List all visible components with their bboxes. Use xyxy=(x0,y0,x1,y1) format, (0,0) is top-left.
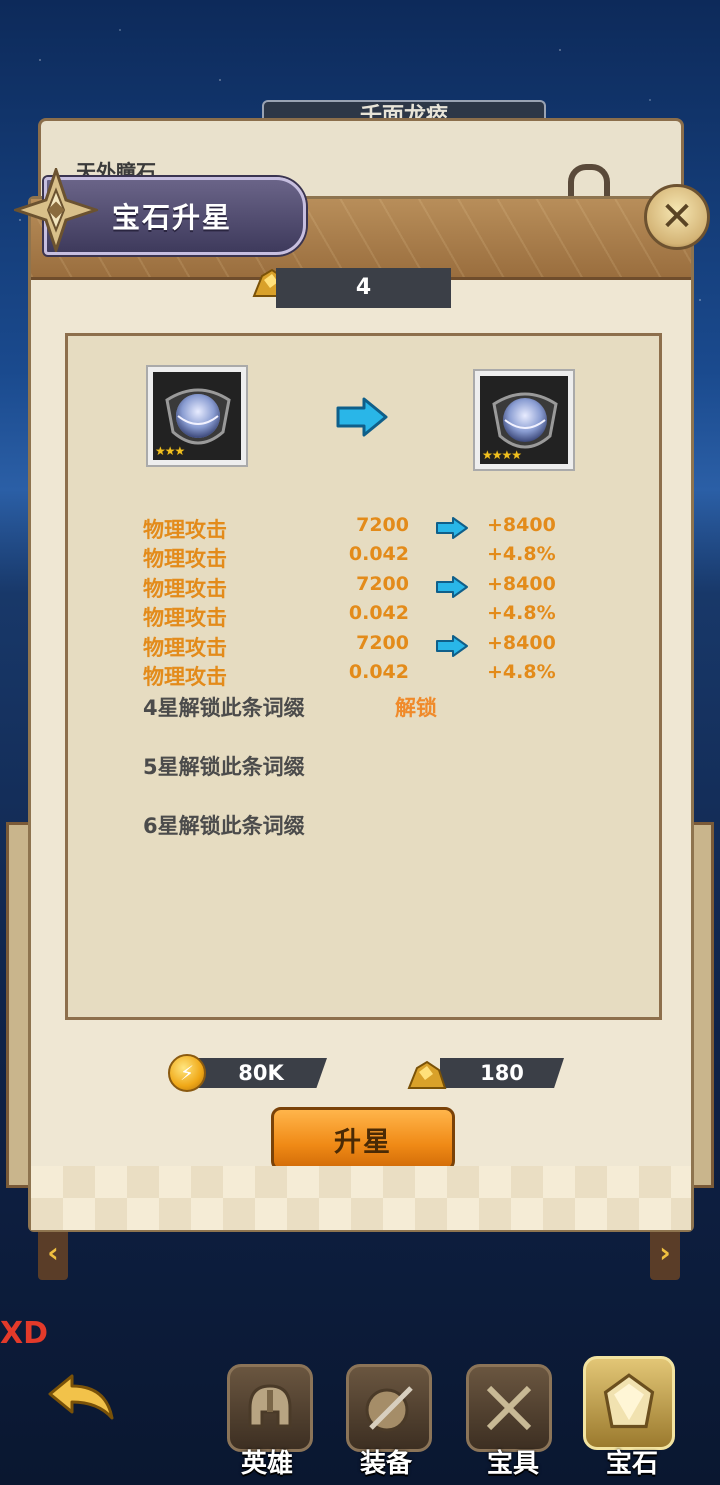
stat-new-value: +8400 xyxy=(487,573,556,595)
upgrade-star-button[interactable]: 升星 xyxy=(271,1107,455,1171)
compass-star-icon xyxy=(14,168,98,252)
current-star-rating: ★★★ xyxy=(155,444,185,458)
previous-arrow-button[interactable]: ‹ xyxy=(38,1232,68,1280)
tab-treasure[interactable] xyxy=(466,1364,552,1452)
stat-name: 物理攻击 xyxy=(143,518,227,542)
stat-name: 物理攻击 xyxy=(143,547,227,571)
helmet-icon xyxy=(248,1384,292,1428)
gem-icon xyxy=(603,1373,655,1429)
gold-coin-icon: ⚡ xyxy=(168,1054,206,1092)
stat-new-value: +4.8% xyxy=(487,543,556,565)
stat-row: 物理攻击 0.042 +4.8% xyxy=(143,602,583,632)
ore-icon xyxy=(407,1060,447,1089)
crossed-swords-icon xyxy=(486,1385,532,1431)
current-gem-card: ★★★ xyxy=(146,365,248,467)
stat-old-value: 0.042 xyxy=(348,661,409,683)
stat-old-value: 7200 xyxy=(356,573,409,595)
locked-affix-5-star: 5星解锁此条词缀 xyxy=(143,755,305,779)
ore-cost: 180 xyxy=(440,1058,564,1088)
tab-hero-label: 英雄 xyxy=(240,1449,293,1479)
stat-old-value: 7200 xyxy=(356,632,409,654)
stat-old-value: 7200 xyxy=(356,514,409,536)
unlock-tag: 解锁 xyxy=(395,696,437,720)
locked-affix-4-star: 4星解锁此条词缀 xyxy=(143,696,305,720)
back-arrow-button[interactable] xyxy=(46,1372,116,1424)
shield-sword-icon xyxy=(365,1386,413,1432)
stat-row: 物理攻击 7200 +8400 xyxy=(143,573,583,603)
locked-affix-6-star: 6星解锁此条词缀 xyxy=(143,814,305,838)
stat-old-value: 0.042 xyxy=(348,602,409,624)
stat-old-value: 0.042 xyxy=(348,543,409,565)
stat-row: 物理攻击 7200 +8400 xyxy=(143,632,583,662)
stat-name: 物理攻击 xyxy=(143,665,227,689)
upgrade-arrow-icon xyxy=(336,397,388,437)
lock-icon xyxy=(568,164,610,196)
stat-name: 物理攻击 xyxy=(143,636,227,660)
stat-row: 物理攻击 7200 +8400 xyxy=(143,514,583,544)
tab-gem[interactable] xyxy=(583,1356,675,1450)
material-count: 4 xyxy=(276,268,451,308)
close-icon: ✕ xyxy=(660,194,694,240)
dialog-title: 宝石升星 xyxy=(112,201,233,234)
tab-gem-label: 宝石 xyxy=(605,1449,658,1479)
side-label: XD xyxy=(0,1316,49,1351)
stat-row: 物理攻击 0.042 +4.8% xyxy=(143,661,583,691)
stat-name: 物理攻击 xyxy=(143,606,227,630)
tab-equipment[interactable] xyxy=(346,1364,432,1452)
next-arrow-button[interactable]: › xyxy=(650,1232,680,1280)
stat-row: 物理攻击 0.042 +4.8% xyxy=(143,543,583,573)
dialog-footer-pattern xyxy=(31,1166,691,1230)
stat-new-value: +4.8% xyxy=(487,602,556,624)
stat-new-value: +8400 xyxy=(487,514,556,536)
gold-cost: 80K xyxy=(195,1058,327,1088)
tab-equipment-label: 装备 xyxy=(359,1449,412,1479)
stat-name: 物理攻击 xyxy=(143,577,227,601)
stat-new-value: +8400 xyxy=(487,632,556,654)
stat-new-value: +4.8% xyxy=(487,661,556,683)
arrow-right-icon xyxy=(436,635,468,657)
next-gem-card: ★★★★ xyxy=(473,369,575,471)
arrow-right-icon xyxy=(436,517,468,539)
arrow-right-icon xyxy=(436,576,468,598)
next-star-rating: ★★★★ xyxy=(482,448,522,462)
tab-hero[interactable] xyxy=(227,1364,313,1452)
tab-treasure-label: 宝具 xyxy=(486,1449,539,1479)
close-button[interactable]: ✕ xyxy=(644,184,710,250)
